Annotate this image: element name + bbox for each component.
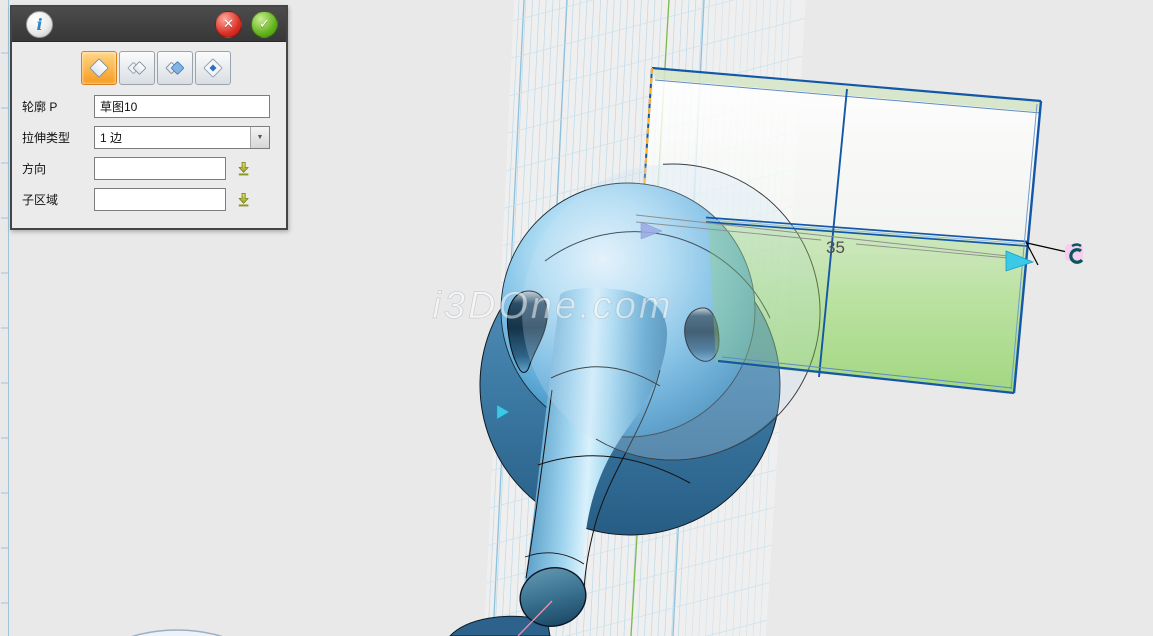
profile-input[interactable] (94, 95, 270, 118)
extrude-type-row: 拉伸类型 1 边 ▼ (22, 126, 286, 149)
double-diamond-icon (125, 56, 149, 80)
extrude-dialog: i ✕ ✓ 轮廓 (10, 5, 288, 230)
direction-input[interactable] (94, 157, 226, 180)
pick-arrow-icon (235, 191, 252, 208)
extrude-mode-toolbar (12, 42, 286, 91)
diamond-blue-pair-icon (163, 56, 187, 80)
profile-row: 轮廓 P (22, 95, 286, 118)
direction-label: 方向 (22, 160, 94, 177)
watermark: i3DOne.com (432, 285, 673, 327)
extrude-type-label: 拉伸类型 (22, 129, 94, 146)
drag-handle[interactable] (1065, 244, 1083, 262)
direction-pick-button[interactable] (235, 160, 252, 177)
diamond-center-dot-icon (201, 56, 225, 80)
direction-row: 方向 (22, 157, 286, 180)
navigation-ball[interactable] (76, 630, 278, 636)
app-window: 35 i3DOne.com i ✕ ✓ (0, 0, 1153, 636)
cancel-button[interactable]: ✕ (215, 11, 242, 38)
mode-single-diamond-button[interactable] (81, 51, 117, 85)
subregion-input[interactable] (94, 188, 226, 211)
dimension-value[interactable]: 35 (826, 238, 845, 257)
mode-double-diamond-button[interactable] (119, 51, 155, 85)
left-ruler (1, 0, 9, 636)
single-diamond-icon (87, 56, 111, 80)
dialog-form: 轮廓 P 拉伸类型 1 边 ▼ 方向 子区域 (12, 91, 286, 228)
dialog-titlebar: i ✕ ✓ (12, 7, 286, 42)
mode-diamond-blue-pair-button[interactable] (157, 51, 193, 85)
extrude-type-value: 1 边 (95, 129, 250, 146)
pick-arrow-icon (235, 160, 252, 177)
confirm-button[interactable]: ✓ (251, 11, 278, 38)
mode-diamond-center-dot-button[interactable] (195, 51, 231, 85)
subregion-label: 子区域 (22, 191, 94, 208)
subregion-row: 子区域 (22, 188, 286, 211)
info-icon[interactable]: i (26, 11, 53, 38)
extrude-type-select[interactable]: 1 边 ▼ (94, 126, 270, 149)
profile-label: 轮廓 P (22, 98, 94, 115)
subregion-pick-button[interactable] (235, 191, 252, 208)
chevron-down-icon[interactable]: ▼ (250, 127, 269, 148)
